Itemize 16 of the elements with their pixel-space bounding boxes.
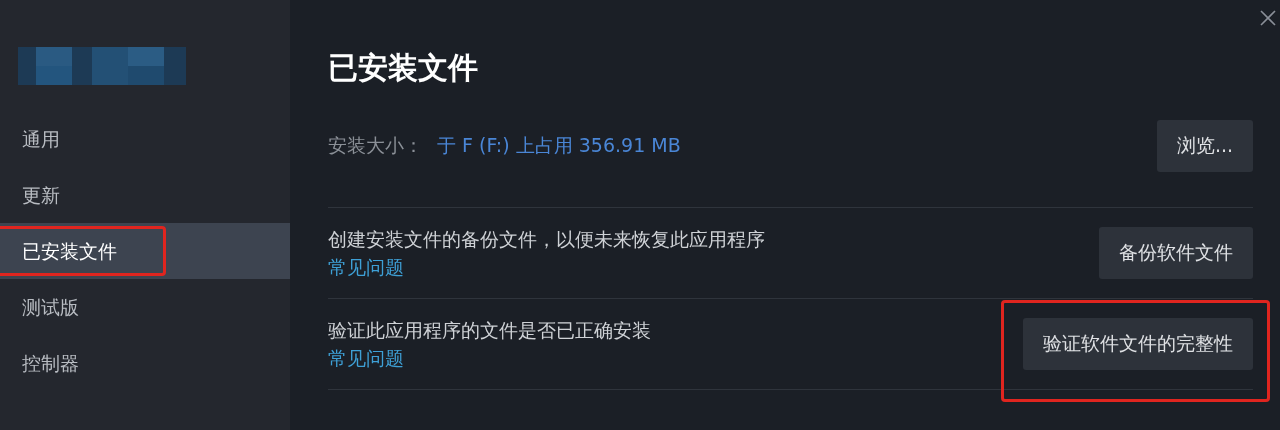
sidebar-item[interactable]: 更新 [0,167,290,223]
faq-link[interactable]: 常见问题 [328,253,765,281]
action-description: 创建安装文件的备份文件，以便未来恢复此应用程序 [328,227,765,252]
browse-button[interactable]: 浏览... [1156,120,1253,172]
sidebar-item[interactable]: 通用 [0,111,290,167]
install-size-label: 安装大小： [328,133,423,158]
sidebar-item[interactable]: 控制器 [0,335,290,391]
install-size-value: 于 F (F:) 上占用 356.91 MB [437,133,681,158]
page-title: 已安装文件 [328,49,479,87]
action-button[interactable]: 备份软件文件 [1099,227,1253,279]
faq-link[interactable]: 常见问题 [328,344,651,372]
action-description: 验证此应用程序的文件是否已正确安装 [328,318,651,343]
close-icon[interactable] [1260,10,1276,26]
action-button[interactable]: 验证软件文件的完整性 [1023,318,1253,370]
sidebar-item[interactable]: 已安装文件 [0,223,290,279]
sidebar-item[interactable]: 测试版 [0,279,290,335]
